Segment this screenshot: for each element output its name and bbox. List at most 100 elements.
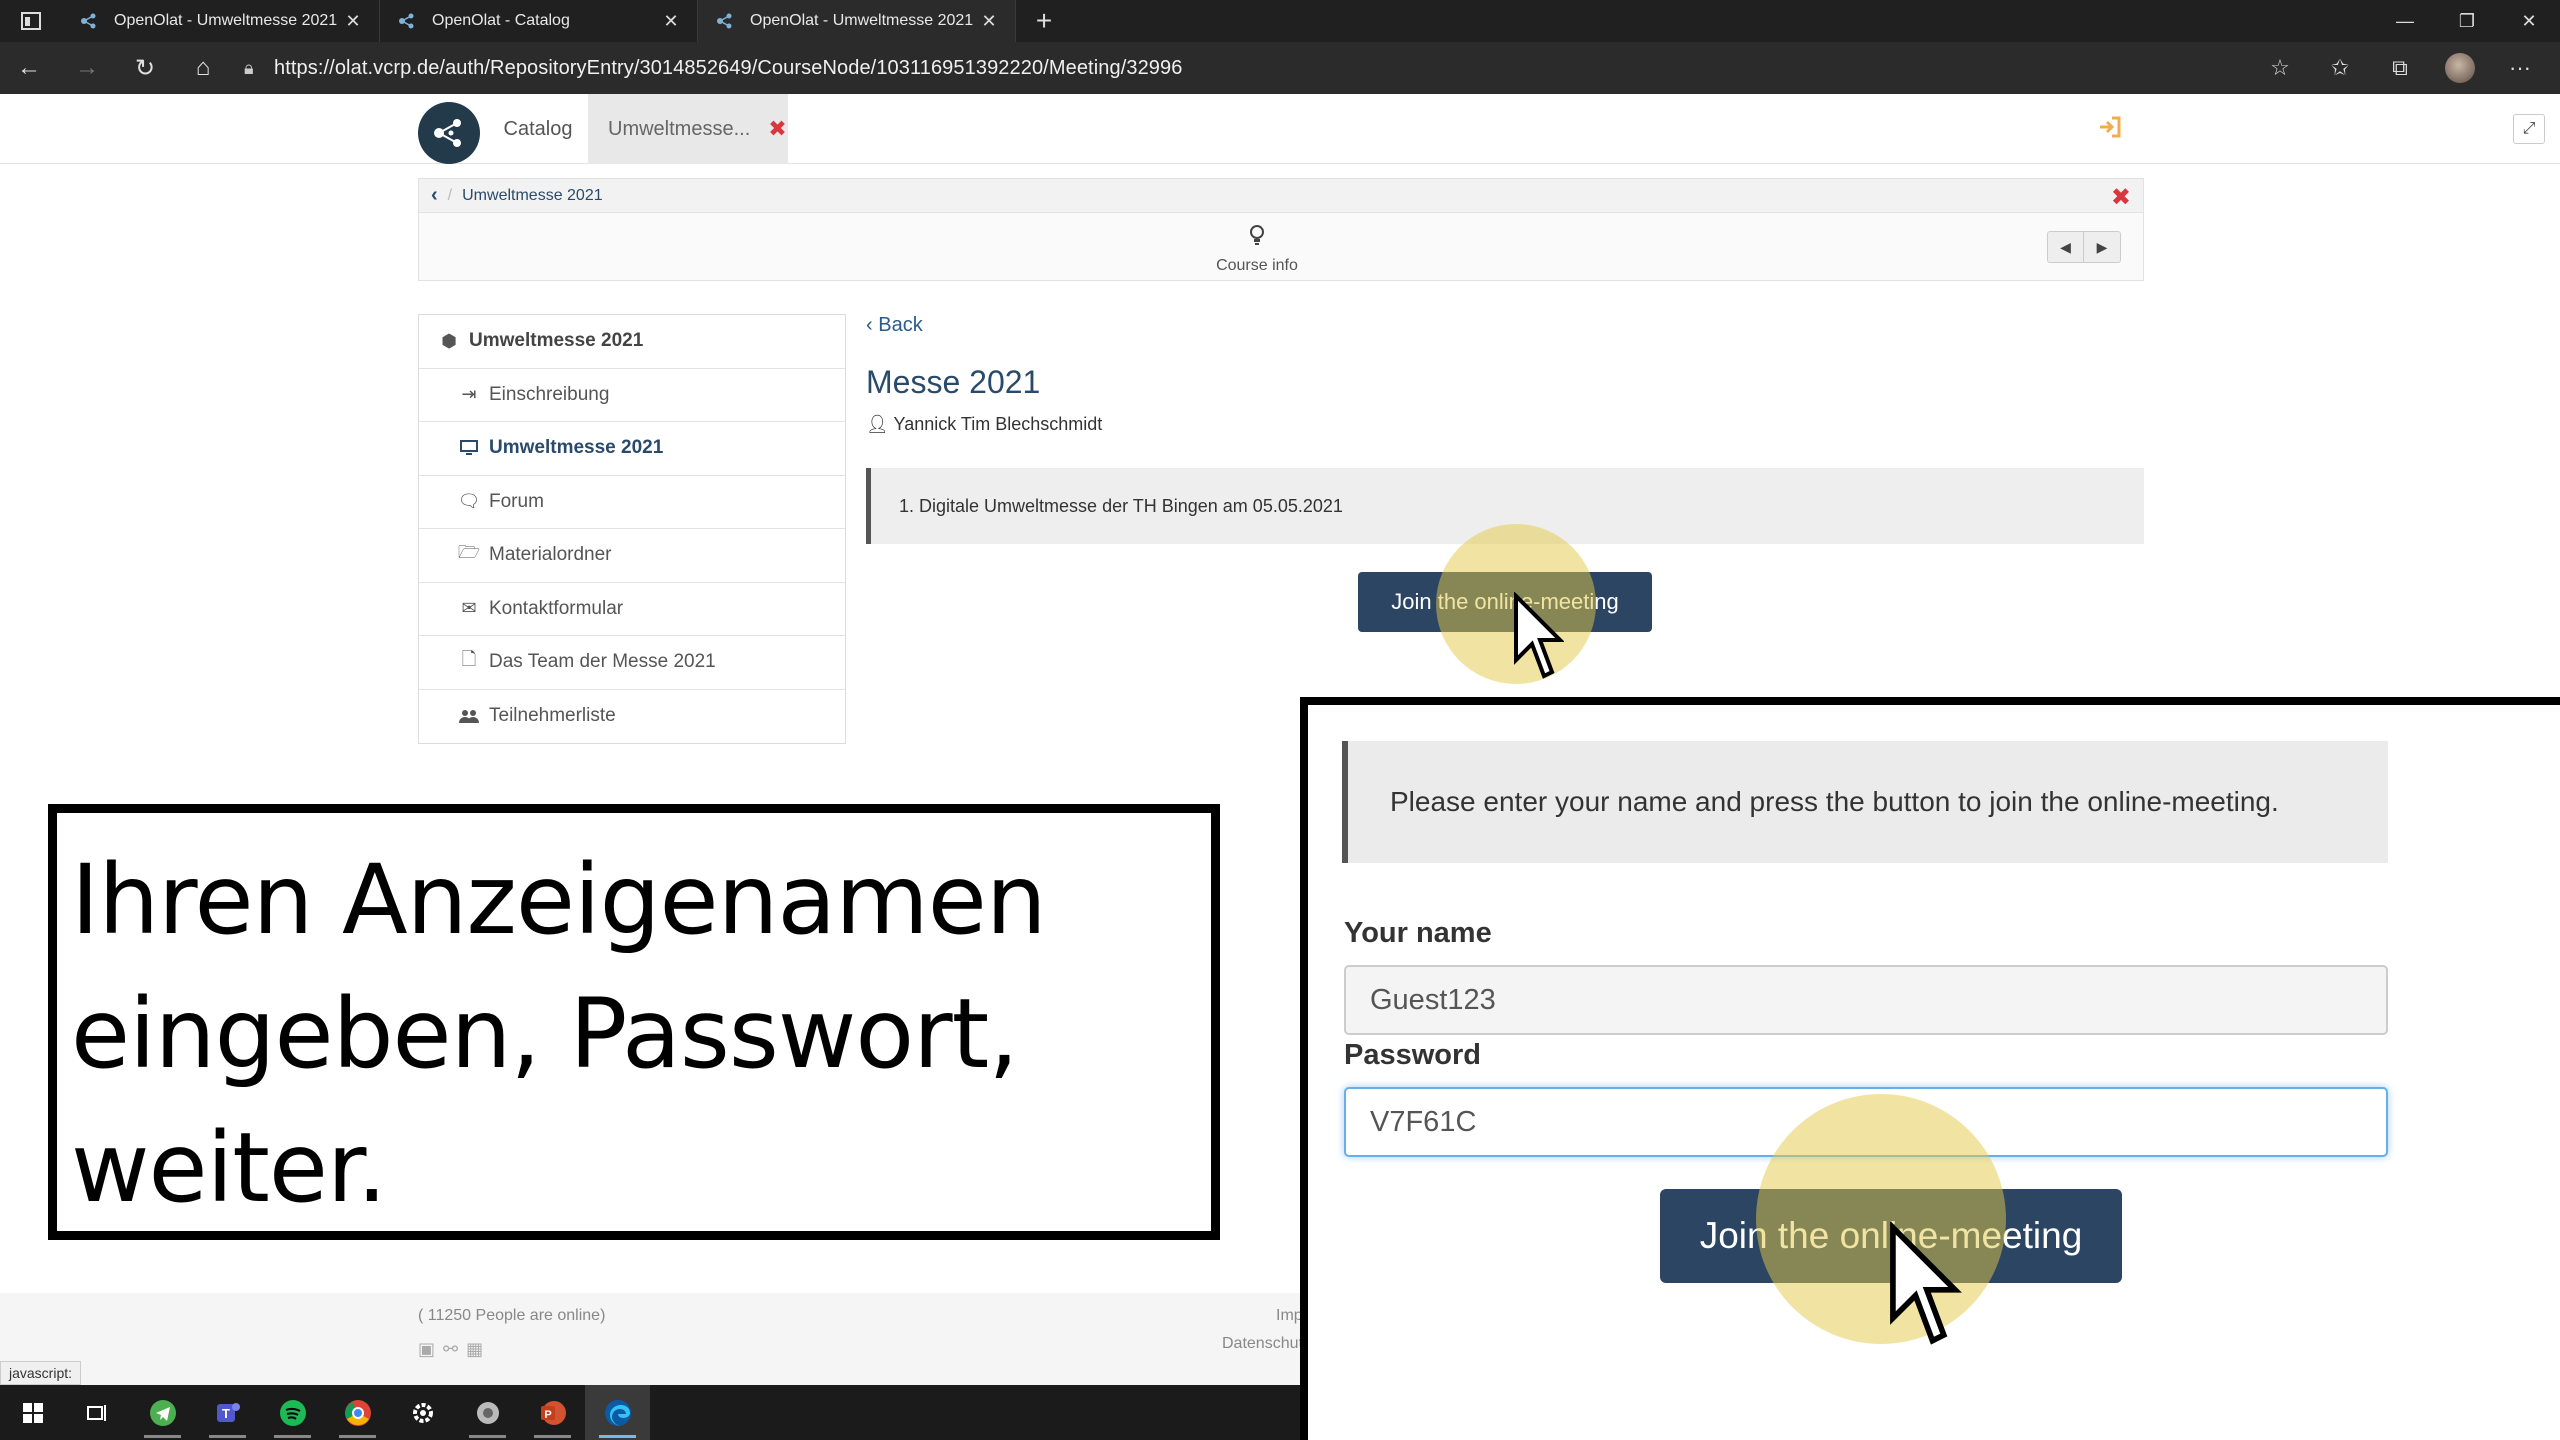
lightbulb-icon (1197, 225, 1317, 253)
menu-item-label: Teilnehmerliste (489, 705, 616, 727)
name-label: Your name (1344, 917, 1492, 949)
telegram-icon[interactable] (130, 1385, 195, 1440)
menu-item-label: Umweltmesse 2021 (489, 437, 664, 459)
instruction-line-2: eingeben, Passwort, (71, 978, 1019, 1090)
menu-item-teilnehmerliste[interactable]: Teilnehmerliste (419, 690, 845, 744)
add-favorite-icon[interactable]: ☆ (2250, 55, 2310, 81)
monitor-icon (455, 440, 483, 456)
link-icon[interactable]: ⚯ (443, 1339, 458, 1360)
browser-address-bar: ← → ↻ ⌂ 🔒︎ https://olat.vcrp.de/auth/Rep… (0, 42, 2560, 94)
tab-title: OpenOlat - Umweltmesse 2021 (750, 12, 974, 29)
join-meeting-button[interactable]: Join the online-meeting (1358, 572, 1652, 632)
openolat-favicon (78, 10, 100, 32)
browser-tab-bar: OpenOlat - Umweltmesse 2021 ✕ OpenOlat -… (0, 0, 2560, 42)
url-field[interactable]: 🔒︎ https://olat.vcrp.de/auth/RepositoryE… (244, 57, 2250, 80)
close-tab-icon[interactable]: ✕ (659, 11, 683, 32)
privacy-link[interactable]: Datenschut (1222, 1335, 1303, 1353)
minimize-icon[interactable]: — (2374, 0, 2436, 42)
folder-open-icon: 🗁︎ (457, 542, 481, 563)
collections-icon[interactable]: ⧉ (2370, 55, 2430, 81)
breadcrumb-course-link[interactable]: Umweltmesse 2021 (462, 187, 603, 205)
name-input[interactable] (1344, 965, 2388, 1035)
close-course-icon[interactable]: ✖ (768, 116, 786, 142)
menu-item-umweltmesse[interactable]: Umweltmesse 2021 (419, 422, 845, 476)
author-name: Yannick Tim Blechschmidt (893, 414, 1103, 434)
footer-icons: ▣ ⚯ ▦ (418, 1339, 483, 1360)
imprint-link[interactable]: Imp (1276, 1307, 1303, 1325)
close-course-x-icon[interactable]: ✖ (2111, 183, 2131, 212)
nav-catalog[interactable]: Catalog (488, 94, 588, 164)
tab-actions-icon[interactable] (0, 0, 62, 42)
close-tab-icon[interactable]: ✕ (977, 11, 1001, 32)
powerpoint-icon[interactable]: P (520, 1385, 585, 1440)
new-tab-icon[interactable]: + (1016, 0, 1072, 42)
lock-icon: 🔒︎ (244, 57, 254, 78)
image-icon[interactable]: ▣ (418, 1339, 435, 1360)
openolat-logo[interactable] (418, 102, 480, 164)
breadcrumb-back-icon[interactable]: ‹ (431, 184, 438, 207)
close-window-icon[interactable]: ✕ (2498, 0, 2560, 42)
menu-item-einschreibung[interactable]: ⇥ Einschreibung (419, 369, 845, 422)
profile-avatar[interactable] (2445, 53, 2475, 83)
openolat-favicon (396, 10, 418, 32)
menu-item-kontaktformular[interactable]: ✉︎ Kontaktformular (419, 583, 845, 636)
previous-node-icon[interactable]: ◀ (2048, 232, 2084, 262)
menu-item-label: Das Team der Messe 2021 (489, 651, 716, 673)
qr-code-icon[interactable]: ▦ (466, 1339, 483, 1360)
url-text: https://olat.vcrp.de/auth/RepositoryEntr… (274, 56, 1183, 79)
chrome-icon[interactable] (325, 1385, 390, 1440)
close-tab-icon[interactable]: ✕ (341, 11, 365, 32)
svg-text:P: P (544, 1409, 551, 1421)
next-node-icon[interactable]: ▶ (2084, 232, 2120, 262)
svg-text:T: T (222, 1406, 230, 1421)
course-menu: ⬢ Umweltmesse 2021 ⇥ Einschreibung Umwel… (418, 314, 846, 744)
settings-gear-icon[interactable] (390, 1385, 455, 1440)
favorites-icon[interactable]: ✩ (2310, 55, 2370, 81)
course-pager: ◀ ▶ (2047, 231, 2121, 263)
forward-arrow-icon[interactable]: → (58, 42, 116, 94)
menu-item-forum[interactable]: 🗨︎ Forum (419, 476, 845, 529)
reload-icon[interactable]: ↻ (116, 42, 174, 94)
edge-icon[interactable] (585, 1385, 650, 1440)
login-icon[interactable] (2098, 114, 2122, 145)
browser-tab-1[interactable]: OpenOlat - Umweltmesse 2021 ✕ (62, 0, 380, 42)
user-icon: 👤︎ (866, 414, 889, 434)
window-controls: — ❐ ✕ (2374, 0, 2560, 42)
start-icon[interactable] (0, 1385, 65, 1440)
nav-course-label: Umweltmesse... (608, 117, 751, 140)
cube-icon: ⬢ (441, 330, 457, 351)
menu-item-label: Kontaktformular (489, 597, 624, 619)
teams-icon[interactable]: T (195, 1385, 260, 1440)
online-count: ( 11250 People are online) (418, 1307, 606, 1324)
browser-tab-3-active[interactable]: OpenOlat - Umweltmesse 2021 ✕ (698, 0, 1016, 42)
home-icon[interactable]: ⌂ (174, 42, 232, 94)
task-view-icon[interactable] (65, 1385, 130, 1440)
menu-item-materialordner[interactable]: 🗁︎ Materialordner (419, 529, 845, 583)
author-line: 👤︎ Yannick Tim Blechschmidt (866, 414, 1102, 435)
spotify-icon[interactable] (260, 1385, 325, 1440)
instruction-callout: Ihren Anzeigenamen eingeben, Passwort, w… (48, 804, 1220, 1240)
more-menu-icon[interactable]: ··· (2490, 55, 2550, 81)
browser-tab-2[interactable]: OpenOlat - Catalog ✕ (380, 0, 698, 42)
course-toolbar: ‹ / Umweltmesse 2021 ✖ Course info ◀ ▶ (418, 178, 2144, 281)
menu-item-team[interactable]: 🗋︎ Das Team der Messe 2021 (419, 636, 845, 690)
restore-icon[interactable]: ❐ (2436, 0, 2498, 42)
site-header: Catalog Umweltmesse... ✖ ⤢ (0, 94, 2560, 164)
password-input[interactable] (1344, 1087, 2388, 1157)
chevron-left-icon: ‹ (866, 314, 873, 336)
nav-course-tab[interactable]: Umweltmesse... ✖ (588, 94, 788, 164)
breadcrumb: ‹ / Umweltmesse 2021 (419, 179, 2143, 213)
app-icon[interactable] (455, 1385, 520, 1440)
meeting-description: 1. Digitale Umweltmesse der TH Bingen am… (866, 468, 2144, 544)
join-meeting-button-zoomed[interactable]: Join the online-meeting (1660, 1189, 2122, 1283)
back-label: Back (878, 314, 923, 336)
openolat-favicon (714, 10, 736, 32)
back-link[interactable]: ‹ Back (866, 314, 923, 337)
breadcrumb-separator: / (447, 186, 453, 204)
sign-in-icon: ⇥ (461, 384, 477, 405)
back-arrow-icon[interactable]: ← (0, 42, 58, 94)
course-info-button[interactable]: Course info (1197, 225, 1317, 275)
fullscreen-icon[interactable]: ⤢ (2513, 114, 2545, 144)
menu-root-course[interactable]: ⬢ Umweltmesse 2021 (419, 315, 845, 369)
file-icon: 🗋︎ (461, 649, 477, 670)
